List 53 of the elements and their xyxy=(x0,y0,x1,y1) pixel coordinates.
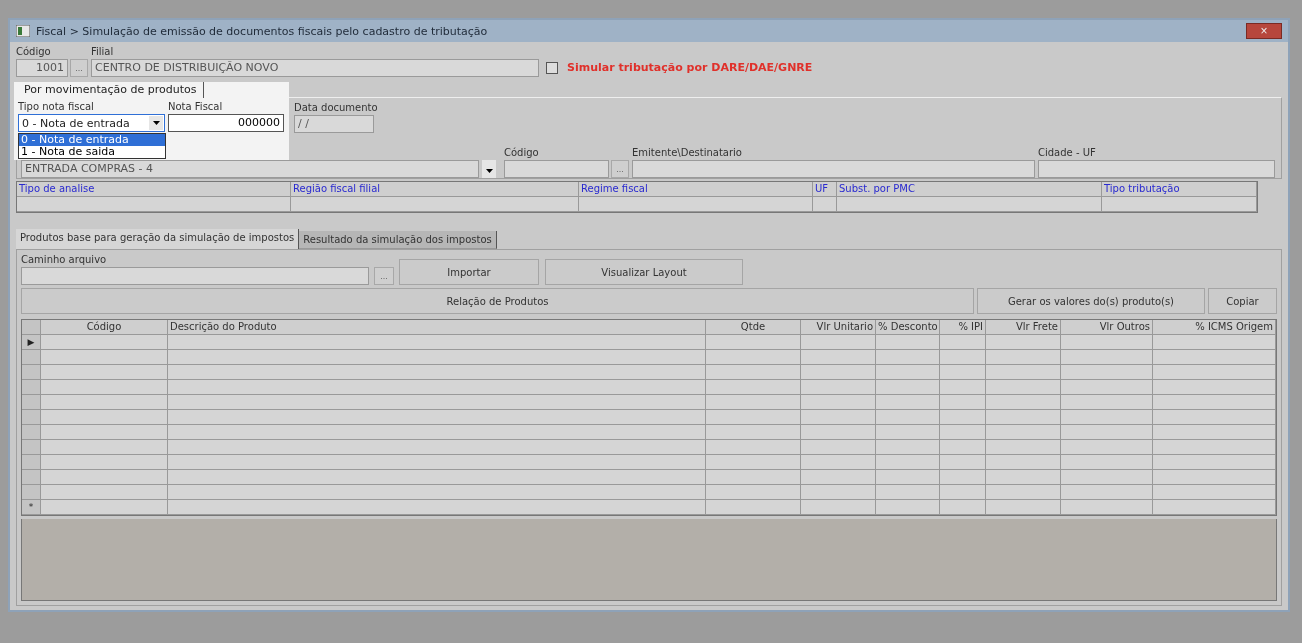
field-label: Emitente\Destinatario xyxy=(632,147,743,160)
column-header: % ICMS Origem xyxy=(1153,320,1276,334)
current-row-marker: ▶ xyxy=(22,335,41,349)
column-header: Código xyxy=(41,320,168,334)
field-label: Código xyxy=(504,147,540,160)
new-row-marker: * xyxy=(22,500,41,514)
column-header: Qtde xyxy=(706,320,801,334)
column-header: Vlr Unitario xyxy=(801,320,876,334)
column-header: UF xyxy=(813,182,837,196)
code-field[interactable]: 1001 xyxy=(16,59,68,77)
import-button[interactable]: Importar xyxy=(399,259,539,285)
invoice-number-field[interactable]: 000000 xyxy=(168,114,284,132)
file-path-field[interactable] xyxy=(21,267,369,285)
checkbox-label: Simular tributação por DARE/DAE/GNRE xyxy=(567,61,813,74)
browse-button[interactable]: ... xyxy=(374,267,394,285)
column-header: Vlr Frete xyxy=(986,320,1061,334)
tab[interactable]: Produtos base para geração da simulação de impostos xyxy=(16,229,300,249)
field-label: Tipo nota fiscal xyxy=(18,101,95,114)
column-header: Tipo tributação xyxy=(1102,182,1257,196)
caret-icon xyxy=(149,116,163,130)
column-header: Regime fiscal xyxy=(579,182,813,196)
city-field[interactable] xyxy=(1038,160,1275,178)
window-title: Fiscal > Simulação de emissão de documentos fiscais pelo cadastro de tributação xyxy=(36,24,489,38)
browse-button[interactable]: ... xyxy=(70,59,88,77)
column-header: Subst. por PMC xyxy=(837,182,1102,196)
tab[interactable]: Resultado da simulação dos impostos xyxy=(299,231,497,249)
operation-dropdown[interactable]: ENTRADA COMPRAS - 4 xyxy=(21,160,479,178)
date-field[interactable]: / / xyxy=(294,115,374,133)
column-header: Vlr Outros xyxy=(1061,320,1153,334)
column-header: Descrição do Produto xyxy=(168,320,706,334)
copy-button[interactable]: Copiar xyxy=(1208,288,1277,314)
field-label: Caminho arquivo xyxy=(21,254,108,267)
column-header: Região fiscal filial xyxy=(291,182,579,196)
issuer-field[interactable] xyxy=(632,160,1035,178)
app-icon xyxy=(16,25,30,37)
branch-field[interactable]: CENTRO DE DISTRIBUIÇÃO NOVO xyxy=(91,59,539,77)
field-label: Código xyxy=(16,46,52,59)
generate-values-button[interactable]: Gerar os valores do(s) produto(s) xyxy=(977,288,1205,314)
view-layout-button[interactable]: Visualizar Layout xyxy=(545,259,743,285)
field-label: Data documento xyxy=(294,102,378,115)
field-label: Cidade - UF xyxy=(1038,147,1097,160)
field-label: Filial xyxy=(91,46,115,59)
column-header: Tipo de analise xyxy=(17,182,291,196)
browse-button[interactable]: ... xyxy=(611,160,629,178)
invoice-type-dropdown[interactable]: 0 - Nota de entrada xyxy=(18,114,165,132)
field-label: Nota Fiscal xyxy=(168,101,224,114)
dropdown-option[interactable]: 0 - Nota de entrada xyxy=(19,134,165,146)
simulate-checkbox[interactable] xyxy=(546,62,558,74)
products-list-button[interactable]: Relação de Produtos xyxy=(21,288,974,314)
column-header: % IPI xyxy=(940,320,986,334)
close-button[interactable]: × xyxy=(1246,23,1282,39)
column-header: % Desconto xyxy=(876,320,940,334)
code-field[interactable] xyxy=(504,160,609,178)
